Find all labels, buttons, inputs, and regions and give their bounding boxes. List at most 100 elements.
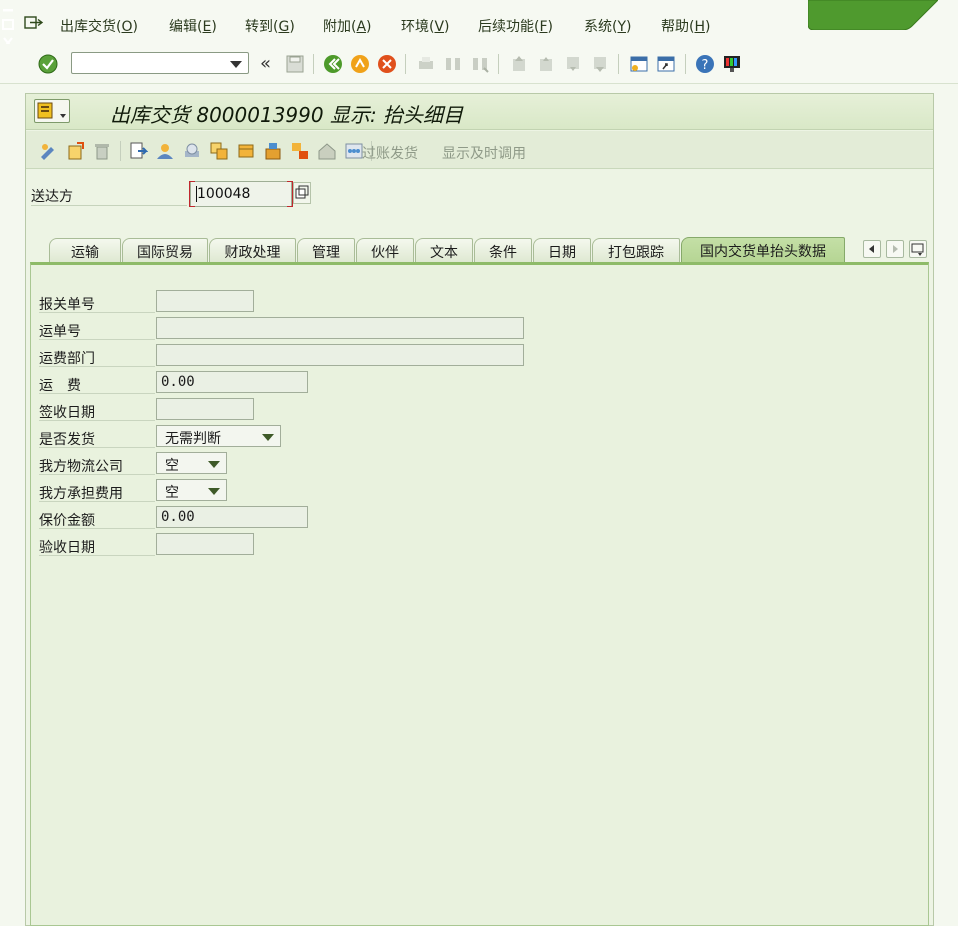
menu-goto[interactable]: 转到(G) [245, 16, 295, 36]
cancel-icon[interactable] [377, 54, 397, 74]
sign-date-label: 签收日期 [39, 399, 155, 421]
last-page-icon[interactable] [590, 54, 610, 74]
create-icon[interactable] [65, 141, 85, 161]
tab-label: 管理 [312, 245, 340, 261]
shipping-icon[interactable] [290, 141, 310, 161]
tab-partners[interactable]: 伙伴 [356, 238, 414, 262]
tab-financial[interactable]: 财政处理 [209, 238, 296, 262]
exit-icon[interactable] [350, 54, 370, 74]
find-icon[interactable] [443, 54, 463, 74]
partner-icon[interactable] [155, 141, 175, 161]
toolbar-separator [685, 54, 686, 74]
tab-label: 日期 [548, 245, 576, 261]
tab-label: 伙伴 [371, 245, 399, 261]
header-icon[interactable] [182, 141, 202, 161]
batch-split-icon[interactable] [344, 141, 364, 161]
dropdown-arrow-icon [208, 488, 220, 495]
shipto-input[interactable]: 100048 [189, 181, 293, 207]
ship-flag-label: 是否发货 [39, 426, 155, 448]
menu-system[interactable]: 系统(Y) [584, 16, 632, 36]
warehouse-icon[interactable] [317, 141, 337, 161]
create-shortcut-icon[interactable] [656, 54, 676, 74]
document-icon [37, 102, 66, 119]
tab-label: 运输 [71, 245, 99, 261]
toolbar-separator [618, 54, 619, 74]
find-next-icon[interactable] [470, 54, 490, 74]
tab-dates[interactable]: 日期 [533, 238, 591, 262]
tab-label: 国际贸易 [137, 245, 193, 261]
collapse-command-icon[interactable]: « [260, 53, 271, 74]
copy-details-icon [295, 185, 309, 199]
delete-icon[interactable] [92, 141, 112, 161]
dropdown-arrow-icon [208, 461, 220, 468]
previous-page-icon[interactable] [536, 54, 556, 74]
waybill-no-input[interactable] [156, 317, 524, 339]
transaction-menu-icon[interactable] [34, 99, 70, 123]
tab-label: 国内交货单抬头数据 [700, 244, 826, 260]
menu-extras[interactable]: 附加(A) [323, 16, 372, 36]
status-icon[interactable] [236, 141, 256, 161]
tab-scroll-left-button[interactable] [863, 240, 881, 258]
menu-edit[interactable]: 编辑(E) [169, 16, 217, 36]
customize-layout-icon[interactable] [722, 54, 742, 74]
next-page-icon[interactable] [563, 54, 583, 74]
page-title: 出库交货 8000013990 显示: 抬头细目 [110, 103, 464, 127]
our-logistics-label: 我方物流公司 [39, 453, 155, 475]
menu-help[interactable]: 帮助(H) [661, 16, 710, 36]
our-cost-select[interactable]: 空 [156, 479, 227, 501]
help-icon[interactable]: ? [695, 54, 715, 74]
menu-exit-icon[interactable] [24, 15, 44, 31]
accept-date-input[interactable] [156, 533, 254, 555]
first-page-icon[interactable] [509, 54, 529, 74]
dropdown-arrow-icon [262, 434, 274, 441]
chevron-left-icon [869, 245, 874, 253]
item-details-icon[interactable] [209, 141, 229, 161]
display-timely-call-button[interactable]: 显示及时调用 [442, 143, 526, 163]
tab-transport[interactable]: 运输 [49, 238, 121, 262]
standard-toolbar: « ? [0, 44, 958, 84]
focus-bracket-left [189, 181, 195, 207]
shipto-value: 100048 [197, 186, 251, 202]
tab-administration[interactable]: 管理 [297, 238, 355, 262]
save-icon[interactable] [285, 54, 305, 74]
tab-scroll-right-button[interactable] [886, 240, 904, 258]
tab-conditions[interactable]: 条件 [474, 238, 532, 262]
menu-bar: 出库交货(O) 编辑(E) 转到(G) 附加(A) 环境(V) 后续功能(F) … [0, 0, 958, 49]
menu-subsequent-functions[interactable]: 后续功能(F) [478, 16, 553, 36]
freight-dept-label: 运费部门 [39, 345, 155, 367]
shipto-details-button[interactable] [293, 182, 311, 204]
menu-environment[interactable]: 环境(V) [401, 16, 450, 36]
chevron-down-icon[interactable] [230, 61, 242, 68]
our-logistics-select[interactable]: 空 [156, 452, 227, 474]
tab-label: 财政处理 [224, 245, 281, 261]
tab-list-button[interactable] [909, 240, 927, 258]
our-logistics-value: 空 [165, 458, 179, 474]
tab-foreign-trade[interactable]: 国际贸易 [122, 238, 208, 262]
toolbar-separator [120, 141, 121, 161]
tab-label: 文本 [430, 245, 458, 261]
accept-date-label: 验收日期 [39, 534, 155, 556]
customs-no-input[interactable] [156, 290, 254, 312]
insured-amount-input[interactable]: 0.00 [156, 506, 308, 528]
packing-icon[interactable] [263, 141, 283, 161]
print-icon[interactable] [416, 54, 436, 74]
tab-texts[interactable]: 文本 [415, 238, 473, 262]
waybill-no-label: 运单号 [39, 318, 155, 340]
tab-label: 打包跟踪 [608, 245, 664, 261]
ship-flag-select[interactable]: 无需判断 [156, 425, 281, 447]
new-session-icon[interactable] [629, 54, 649, 74]
sign-date-input[interactable] [156, 398, 254, 420]
back-icon[interactable] [323, 54, 343, 74]
post-goods-issue-button[interactable]: 过账发货 [362, 143, 418, 163]
freight-input[interactable]: 0.00 [156, 371, 308, 393]
overview-icon[interactable] [128, 141, 148, 161]
change-display-icon[interactable] [38, 141, 58, 161]
text-cursor [196, 186, 197, 202]
tab-packing-tracking[interactable]: 打包跟踪 [592, 238, 680, 262]
command-field[interactable] [71, 52, 249, 74]
tab-domestic-delivery-header[interactable]: 国内交货单抬头数据 [681, 237, 845, 263]
our-cost-value: 空 [165, 485, 179, 501]
enter-check-icon[interactable] [38, 54, 58, 74]
freight-dept-input[interactable] [156, 344, 524, 366]
menu-delivery[interactable]: 出库交货(O) [60, 16, 138, 36]
